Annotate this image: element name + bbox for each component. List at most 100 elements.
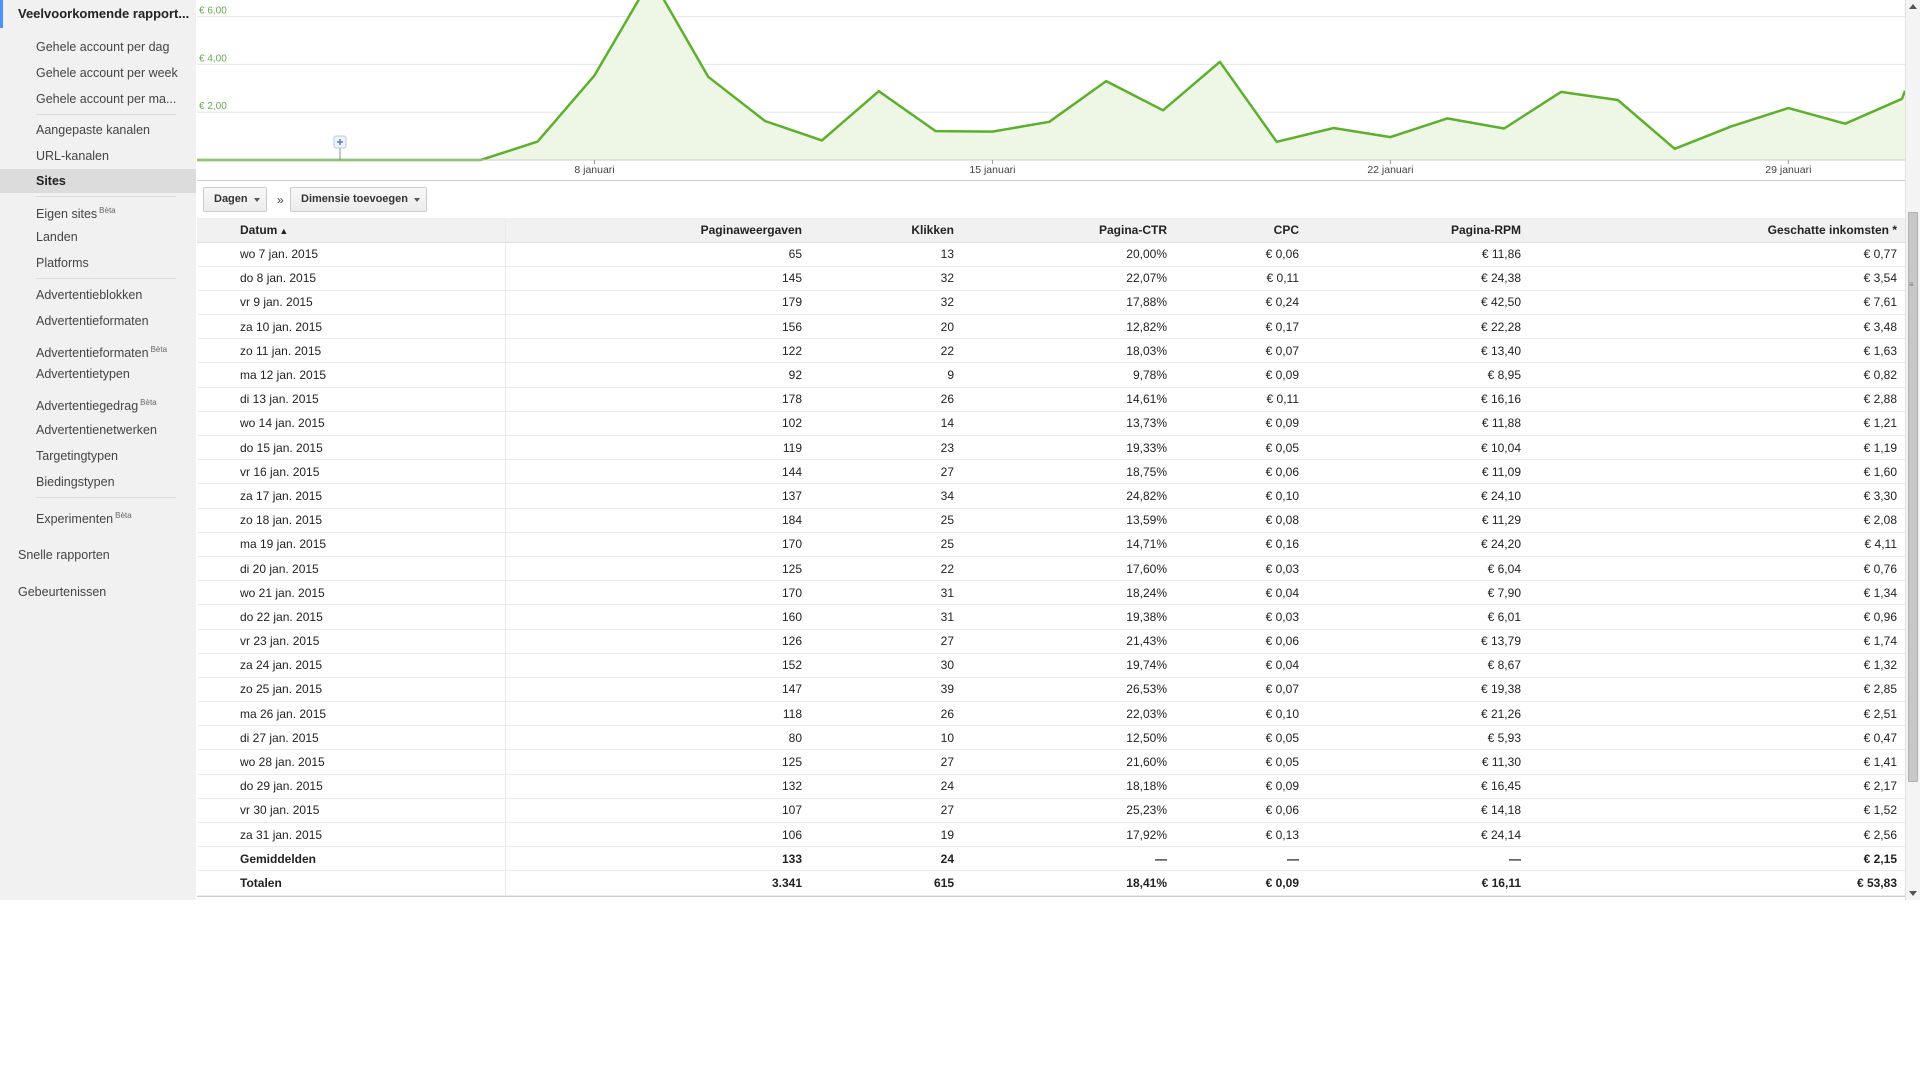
add-dimension-dropdown[interactable]: Dimensie toevoegen: [290, 187, 427, 212]
sidebar-item-events[interactable]: Gebeurtenissen: [18, 584, 106, 600]
scroll-up-arrow-icon[interactable]: [1909, 4, 1917, 9]
cell-cpc: € 0,17: [1175, 314, 1307, 340]
cell-page-ctr: 14,61%: [962, 387, 1175, 412]
add-annotation-icon[interactable]: [333, 135, 347, 149]
cell-date: zo 18 jan. 2015: [197, 508, 506, 533]
cell-pageviews: 132: [505, 774, 810, 799]
cell-estimated-earnings: € 2,15: [1529, 846, 1905, 872]
scrollbar-thumb[interactable]: [1908, 212, 1918, 782]
cell-cpc: € 0,03: [1175, 604, 1307, 630]
cell-clicks: 14: [810, 411, 962, 437]
sidebar-item-ad-formats-beta[interactable]: Advertentieformaten Bèta: [36, 342, 167, 361]
sidebar-item-platforms[interactable]: Platforms: [36, 255, 89, 271]
chevron-down-icon: [253, 198, 260, 202]
chart-y-tick-label: € 6,00: [199, 6, 227, 17]
cell-estimated-earnings: € 2,08: [1529, 508, 1905, 533]
column-header-clicks[interactable]: Klikken: [810, 218, 962, 243]
cell-cpc: € 0,06: [1175, 629, 1307, 654]
sidebar-item-account-per-month[interactable]: Gehele account per ma...: [36, 91, 176, 107]
cell-clicks: 19: [810, 822, 962, 848]
table-row: wo 7 jan. 2015 65 13 20,00% € 0,06 € 11,86 € 0…: [197, 242, 1905, 267]
sidebar-item-sites-active[interactable]: Sites: [0, 169, 196, 193]
sidebar-item-experiments[interactable]: Experimenten Bèta: [36, 508, 132, 527]
sidebar-item-bid-types[interactable]: Biedingstypen: [36, 474, 115, 490]
cell-estimated-earnings: € 3,54: [1529, 266, 1905, 291]
chart-x-tick-label: 29 januari: [1765, 164, 1811, 176]
cell-cpc: € 0,06: [1175, 459, 1307, 485]
cell-page-rpm: € 22,28: [1307, 314, 1529, 340]
cell-clicks: 10: [810, 725, 962, 751]
cell-page-ctr: 12,82%: [962, 314, 1175, 340]
cell-cpc: € 0,04: [1175, 580, 1307, 606]
cell-pageviews: 170: [505, 580, 810, 606]
table-row: di 13 jan. 2015 178 26 14,61% € 0,11 € 16,16 €…: [197, 387, 1905, 412]
cell-date: di 20 jan. 2015: [197, 556, 506, 582]
cell-page-ctr: 18,41%: [962, 870, 1175, 896]
cell-cpc: € 0,10: [1175, 483, 1307, 509]
cell-page-rpm: € 42,50: [1307, 290, 1529, 316]
table-row: vr 16 jan. 2015 144 27 18,75% € 0,06 € 11,09 €…: [197, 459, 1905, 485]
report-toolbar: Dagen » Dimensie toevoegen: [197, 180, 1905, 216]
cell-page-rpm: € 24,20: [1307, 532, 1529, 557]
cell-pageviews: 184: [505, 508, 810, 533]
cell-page-rpm: € 6,04: [1307, 556, 1529, 582]
cell-pageviews: 144: [505, 459, 810, 485]
sidebar-item-ad-units[interactable]: Advertentieblokken: [36, 287, 142, 303]
vertical-scrollbar[interactable]: ≡: [1905, 0, 1920, 900]
table-row: di 27 jan. 2015 80 10 12,50% € 0,05 € 5,93 € 0…: [197, 725, 1905, 751]
cell-estimated-earnings: € 1,21: [1529, 411, 1905, 437]
cell-estimated-earnings: € 7,61: [1529, 290, 1905, 316]
sidebar-item-account-per-week[interactable]: Gehele account per week: [36, 65, 178, 81]
sidebar-item-ad-formats[interactable]: Advertentieformaten: [36, 313, 149, 329]
sidebar-item-ad-types[interactable]: Advertentietypen: [36, 366, 130, 382]
cell-clicks: 39: [810, 677, 962, 703]
column-header-page-rpm[interactable]: Pagina-RPM: [1307, 218, 1529, 243]
table-row: zo 25 jan. 2015 147 39 26,53% € 0,07 € 19,38 €…: [197, 677, 1905, 703]
column-header-page-ctr[interactable]: Pagina-CTR: [962, 218, 1175, 243]
chart-x-tick-label: 22 januari: [1367, 164, 1413, 176]
cell-page-ctr: 9,78%: [962, 362, 1175, 388]
cell-cpc: € 0,08: [1175, 508, 1307, 533]
sidebar-item-countries[interactable]: Landen: [36, 229, 78, 245]
sidebar-item-ad-networks[interactable]: Advertentienetwerken: [36, 422, 157, 438]
column-header-pageviews[interactable]: Paginaweergaven: [505, 218, 810, 243]
cell-page-ctr: 13,59%: [962, 508, 1175, 533]
period-dropdown[interactable]: Dagen: [203, 187, 267, 212]
sidebar-item-account-per-day[interactable]: Gehele account per dag: [36, 39, 169, 55]
cell-estimated-earnings: € 3,48: [1529, 314, 1905, 340]
sidebar-item-url-channels[interactable]: URL-kanalen: [36, 148, 109, 164]
sidebar-item-own-sites[interactable]: Eigen sites Bèta: [36, 203, 116, 222]
cell-page-ctr: 22,07%: [962, 266, 1175, 291]
cell-cpc: —: [1175, 846, 1307, 872]
column-header-estimated-earnings[interactable]: Geschatte inkomsten *: [1529, 218, 1905, 243]
table-row: di 20 jan. 2015 125 22 17,60% € 0,03 € 6,04 € …: [197, 556, 1905, 582]
sidebar-item-targeting-types[interactable]: Targetingtypen: [36, 448, 118, 464]
cell-pageviews: 3.341: [505, 870, 810, 896]
cell-pageviews: 65: [505, 242, 810, 267]
sidebar-item-custom-channels[interactable]: Aangepaste kanalen: [36, 122, 150, 138]
column-header-date[interactable]: Datum ▲: [197, 218, 506, 243]
sidebar-divider: [36, 497, 176, 498]
scroll-down-arrow-icon[interactable]: [1909, 891, 1917, 896]
sidebar-section-common-reports[interactable]: Veelvoorkomende rapport...: [0, 0, 196, 28]
cell-cpc: € 0,10: [1175, 701, 1307, 727]
table-row: do 8 jan. 2015 145 32 22,07% € 0,11 € 24,38 € …: [197, 266, 1905, 291]
cell-page-rpm: € 11,86: [1307, 242, 1529, 267]
chevron-down-icon: [413, 198, 420, 202]
table-row: za 24 jan. 2015 152 30 19,74% € 0,04 € 8,67 € …: [197, 653, 1905, 678]
cell-clicks: 26: [810, 701, 962, 727]
cell-clicks: 13: [810, 242, 962, 267]
sidebar-item-quick-reports[interactable]: Snelle rapporten: [18, 547, 110, 563]
beta-badge: Bèta: [150, 345, 168, 354]
table-row: wo 14 jan. 2015 102 14 13,73% € 0,09 € 11,88 €…: [197, 411, 1905, 437]
cell-clicks: 24: [810, 774, 962, 799]
cell-cpc: € 0,07: [1175, 677, 1307, 703]
cell-date: zo 25 jan. 2015: [197, 677, 506, 703]
cell-pageviews: 178: [505, 387, 810, 412]
sidebar-item-ad-behavior[interactable]: Advertentiegedrag Bèta: [36, 395, 157, 414]
cell-clicks: 25: [810, 532, 962, 557]
cell-clicks: 25: [810, 508, 962, 533]
table-row: vr 23 jan. 2015 126 27 21,43% € 0,06 € 13,79 €…: [197, 629, 1905, 654]
table-row: zo 11 jan. 2015 122 22 18,03% € 0,07 € 13,40 €…: [197, 338, 1905, 364]
column-header-cpc[interactable]: CPC: [1175, 218, 1307, 243]
